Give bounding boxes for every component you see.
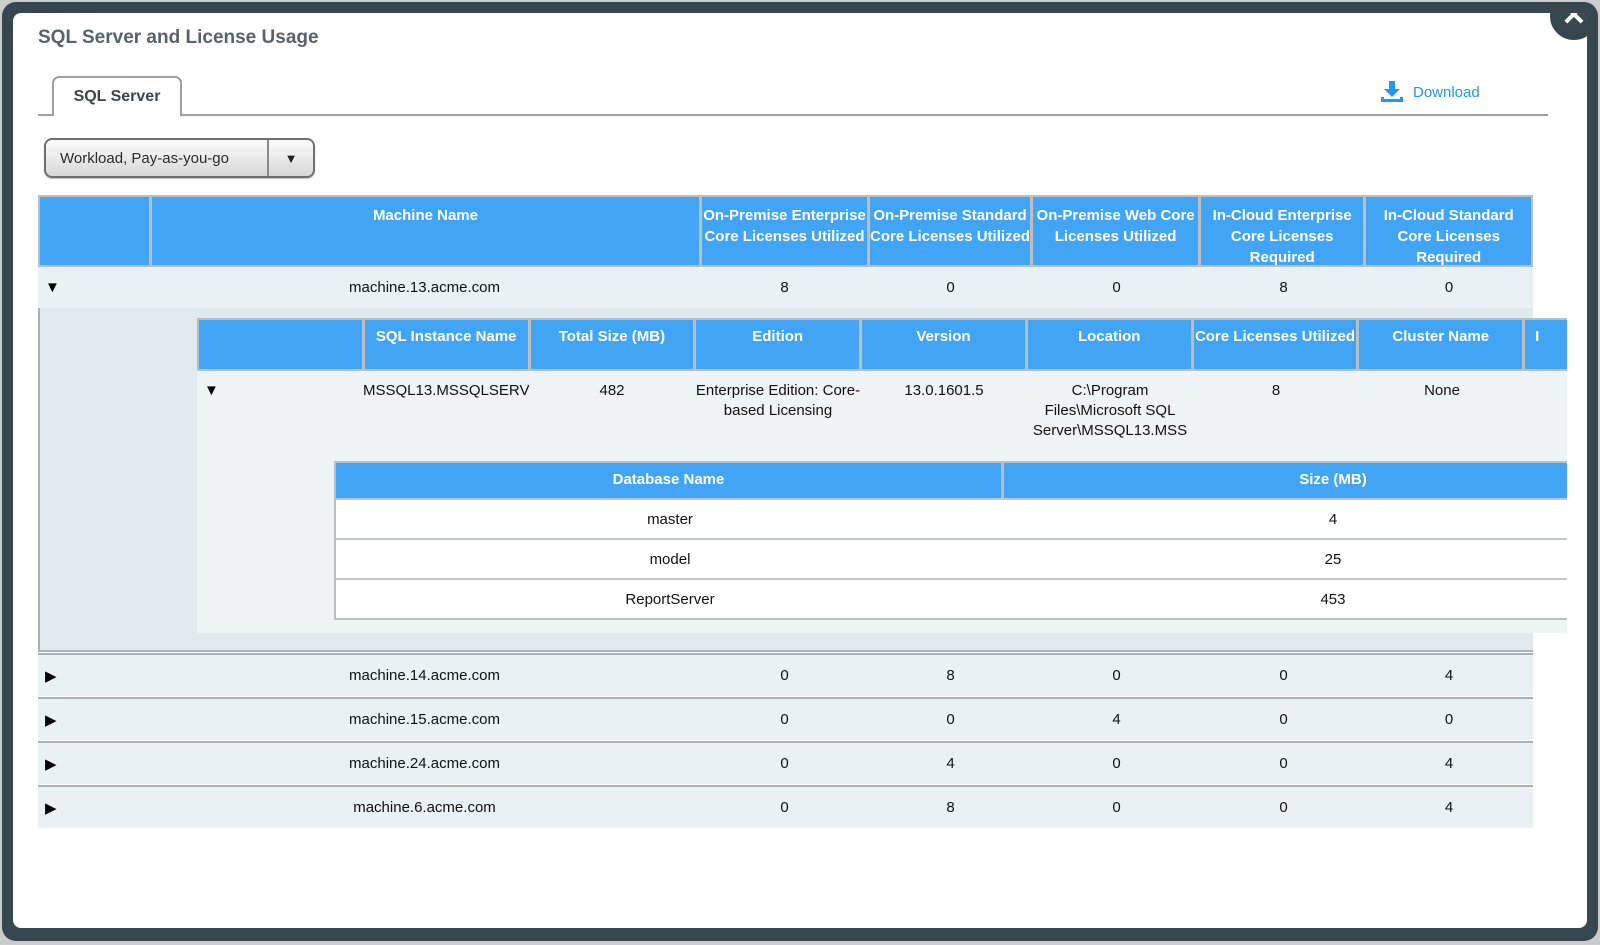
download-button[interactable]: Download	[1380, 81, 1480, 103]
machine-row-15[interactable]: ▶ machine.15.acme.com 0 0 4 0 0	[38, 697, 1533, 740]
db-name: ReportServer	[336, 591, 1004, 608]
db-name: model	[336, 551, 1004, 568]
machine-row-14[interactable]: ▶ machine.14.acme.com 0 8 0 0 4	[38, 653, 1533, 696]
close-button[interactable]: ✕	[1545, 13, 1587, 45]
db-header-size: Size (MB)	[1004, 463, 1567, 498]
instance-header-expand	[199, 320, 365, 369]
header-cell-incloud-standard: In-Cloud Standard Core Licenses Required	[1366, 197, 1531, 265]
machine-13-expanded-panel: SQL Instance Name Total Size (MB) Editio…	[38, 308, 1533, 652]
instance-body: ▼ MSSQL13.MSSQLSERV 482 Enterprise Editi…	[197, 371, 1567, 633]
incloud-standard-value: 0	[1368, 711, 1533, 728]
instance-table-header: SQL Instance Name Total Size (MB) Editio…	[197, 318, 1567, 371]
incloud-enterprise-value: 0	[1202, 711, 1368, 728]
instance-version: 13.0.1601.5	[861, 371, 1027, 401]
instance-location: C:\Program Files\Microsoft SQL Server\MS…	[1027, 371, 1193, 441]
onprem-standard-value: 4	[870, 755, 1034, 772]
header-cell-onprem-enterprise: On-Premise Enterprise Core Licenses Util…	[702, 197, 870, 265]
close-icon: ✕	[1561, 13, 1586, 31]
download-icon	[1380, 81, 1404, 103]
instance-cluster-name: None	[1359, 371, 1525, 401]
incloud-standard-value: 0	[1368, 279, 1533, 296]
incloud-enterprise-value: 8	[1202, 279, 1368, 296]
instance-header-total-size: Total Size (MB)	[531, 320, 697, 369]
instance-name: MSSQL13.MSSQLSERV	[363, 371, 529, 401]
incloud-enterprise-value: 0	[1202, 755, 1368, 772]
page-title: SQL Server and License Usage	[38, 27, 319, 49]
instance-row-mssql13[interactable]: ▼ MSSQL13.MSSQLSERV 482 Enterprise Editi…	[197, 371, 1567, 441]
onprem-web-value: 4	[1034, 711, 1202, 728]
onprem-web-value: 0	[1034, 279, 1202, 296]
onprem-standard-value: 8	[870, 799, 1034, 816]
db-size: 25	[1004, 551, 1567, 568]
machine-name: machine.15.acme.com	[150, 711, 702, 728]
db-row-master: master 4	[336, 498, 1567, 538]
instance-header-name: SQL Instance Name	[365, 320, 531, 369]
instance-edition: Enterprise Edition: Core-based Licensing	[695, 371, 861, 421]
expand-row-icon[interactable]: ▶	[38, 711, 150, 729]
tab-label: SQL Server	[74, 88, 161, 106]
header-cell-incloud-enterprise: In-Cloud Enterprise Core Licenses Requir…	[1201, 197, 1367, 265]
header-cell-onprem-standard: On-Premise Standard Core Licenses Utiliz…	[870, 197, 1034, 265]
onprem-standard-value: 0	[870, 711, 1034, 728]
header-cell-machine-name: Machine Name	[152, 197, 703, 265]
machine-name: machine.13.acme.com	[150, 279, 702, 296]
db-row-reportserver: ReportServer 453	[336, 578, 1567, 618]
db-size: 453	[1004, 591, 1567, 608]
machine-row-24[interactable]: ▶ machine.24.acme.com 0 4 0 0 4	[38, 741, 1533, 784]
instance-header-clipped-column: I	[1525, 320, 1567, 369]
tab-baseline	[38, 114, 1548, 116]
machine-name: machine.14.acme.com	[150, 667, 702, 684]
machine-name: machine.24.acme.com	[150, 755, 702, 772]
instance-total-size: 482	[529, 371, 695, 401]
machine-row-13[interactable]: ▼ machine.13.acme.com 8 0 0 8 0	[38, 267, 1533, 308]
onprem-enterprise-value: 0	[702, 667, 870, 684]
onprem-web-value: 0	[1034, 755, 1202, 772]
machine-table: Machine Name On-Premise Enterprise Core …	[38, 195, 1567, 828]
download-label: Download	[1413, 84, 1480, 101]
instance-header-core-licenses: Core Licenses Utilized	[1194, 320, 1360, 369]
machine-row-6[interactable]: ▶ machine.6.acme.com 0 8 0 0 4	[38, 785, 1533, 828]
database-table: Database Name Size (MB) master 4 model 2…	[334, 461, 1567, 620]
machine-name: machine.6.acme.com	[150, 799, 702, 816]
db-size: 4	[1004, 511, 1567, 528]
tab-sql-server[interactable]: SQL Server	[52, 76, 182, 116]
chevron-down-icon[interactable]: ▼	[269, 151, 313, 166]
incloud-standard-value: 4	[1368, 755, 1533, 772]
onprem-standard-value: 8	[870, 667, 1034, 684]
db-row-model: model 25	[336, 538, 1567, 578]
window-frame: SQL Server and License Usage SQL Server …	[2, 2, 1598, 941]
report-content: SQL Server and License Usage SQL Server …	[13, 13, 1587, 928]
instance-header-cluster-name: Cluster Name	[1359, 320, 1525, 369]
workload-dropdown[interactable]: Workload, Pay-as-you-go ▼	[44, 138, 315, 178]
onprem-enterprise-value: 0	[702, 755, 870, 772]
collapse-instance-icon[interactable]: ▼	[197, 371, 363, 401]
instance-header-location: Location	[1028, 320, 1194, 369]
expand-row-icon[interactable]: ▶	[38, 755, 150, 773]
instance-table: SQL Instance Name Total Size (MB) Editio…	[197, 318, 1567, 650]
instance-core-licenses: 8	[1193, 371, 1359, 401]
onprem-web-value: 0	[1034, 799, 1202, 816]
workload-dropdown-value: Workload, Pay-as-you-go	[46, 150, 267, 167]
onprem-enterprise-value: 8	[702, 279, 870, 296]
incloud-standard-value: 4	[1368, 667, 1533, 684]
expand-row-icon[interactable]: ▶	[38, 799, 150, 817]
onprem-enterprise-value: 0	[702, 799, 870, 816]
collapse-row-icon[interactable]: ▼	[38, 279, 150, 296]
database-table-header: Database Name Size (MB)	[336, 463, 1567, 498]
header-cell-expand	[40, 197, 152, 265]
onprem-standard-value: 0	[870, 279, 1034, 296]
machine-table-header: Machine Name On-Premise Enterprise Core …	[38, 195, 1533, 267]
incloud-enterprise-value: 0	[1202, 799, 1368, 816]
instance-header-edition: Edition	[696, 320, 862, 369]
onprem-web-value: 0	[1034, 667, 1202, 684]
onprem-enterprise-value: 0	[702, 711, 870, 728]
expand-row-icon[interactable]: ▶	[38, 667, 150, 685]
incloud-enterprise-value: 0	[1202, 667, 1368, 684]
header-cell-onprem-web: On-Premise Web Core Licenses Utilized	[1033, 197, 1201, 265]
incloud-standard-value: 4	[1368, 799, 1533, 816]
db-header-name: Database Name	[336, 463, 1004, 498]
instance-header-version: Version	[862, 320, 1028, 369]
db-name: master	[336, 511, 1004, 528]
